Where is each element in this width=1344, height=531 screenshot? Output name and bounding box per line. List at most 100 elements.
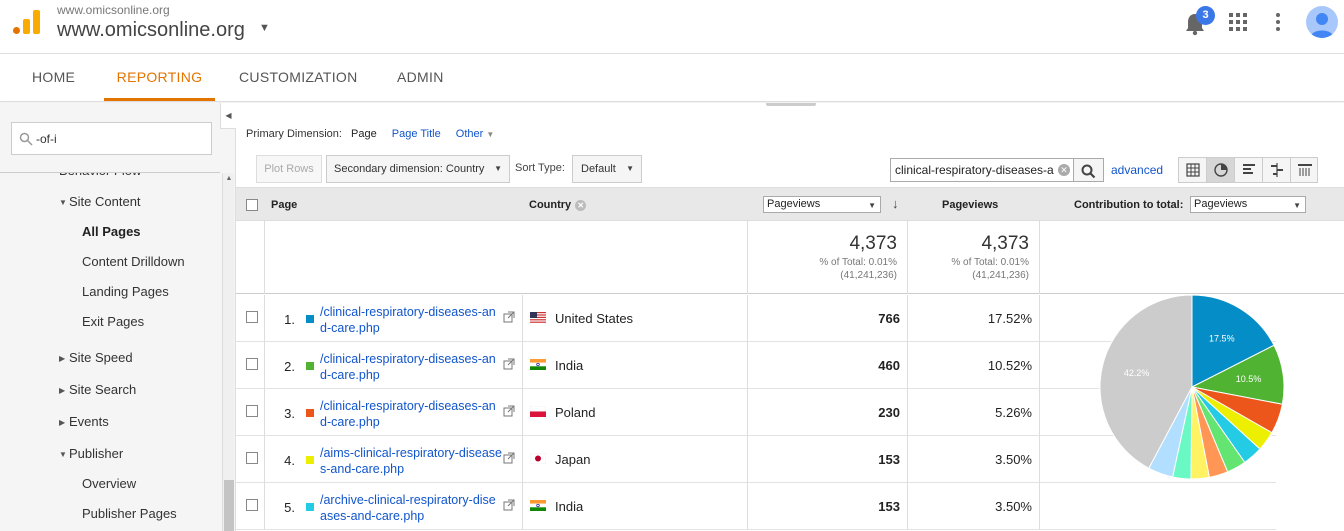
column-page[interactable]: Page — [271, 199, 297, 211]
row-checkbox[interactable] — [246, 405, 258, 417]
tab-reporting[interactable]: REPORTING — [104, 54, 215, 101]
sidebar-search-input[interactable] — [36, 129, 206, 149]
scroll-up-icon[interactable]: ▲ — [223, 175, 235, 182]
open-external-icon[interactable] — [503, 499, 515, 511]
property-dropdown-icon[interactable]: ▼ — [259, 22, 270, 34]
row-country[interactable]: United States — [555, 311, 633, 326]
country-flag-icon — [530, 453, 546, 464]
view-performance-button[interactable] — [1235, 158, 1263, 182]
row-index: 1. — [284, 312, 295, 327]
divider — [264, 342, 265, 389]
advanced-filter-link[interactable]: advanced — [1111, 163, 1163, 177]
sidebar-item-overview[interactable]: Overview — [82, 476, 136, 491]
row-checkbox[interactable] — [246, 452, 258, 464]
open-external-icon[interactable] — [503, 452, 515, 464]
more-vert-icon[interactable] — [1268, 12, 1288, 32]
sidebar-item-label: Content Drilldown — [82, 254, 185, 269]
row-page-link[interactable]: /clinical-respiratory-diseases-and-care.… — [320, 351, 502, 383]
apps-grid-icon[interactable] — [1228, 12, 1248, 32]
sidebar-item-exit-pages[interactable]: Exit Pages — [82, 314, 144, 329]
tab-admin[interactable]: ADMIN — [397, 54, 444, 101]
contribution-metric-select[interactable]: Pageviews ▼ — [1190, 196, 1306, 213]
row-checkbox[interactable] — [246, 499, 258, 511]
scrollbar-thumb[interactable] — [224, 480, 234, 531]
pivot-view-icon — [1298, 164, 1312, 176]
sidebar-scrollbar[interactable]: ▲ — [222, 173, 234, 531]
row-page-link[interactable]: /archive-clinical-respiratory-diseases-a… — [320, 492, 502, 524]
primary-dim-page[interactable]: Page — [351, 128, 377, 140]
sidebar-item-label: Publisher — [69, 446, 124, 461]
view-comparison-button[interactable] — [1263, 158, 1291, 182]
sidebar-item-behavior-flow[interactable]: Behavior Flow — [59, 173, 141, 178]
view-pivot-button[interactable] — [1291, 158, 1319, 182]
divider — [522, 389, 523, 436]
chevron-down-icon: ▼ — [626, 164, 634, 173]
row-country[interactable]: Poland — [555, 405, 595, 420]
remove-dimension-icon[interactable]: ✕ — [575, 199, 587, 211]
row-checkbox[interactable] — [246, 358, 258, 370]
table-filter-input[interactable] — [895, 162, 1055, 178]
sidebar-item-site-content[interactable]: ▼ Site Content — [59, 194, 141, 209]
row-country[interactable]: Japan — [555, 452, 590, 467]
primary-dimension-row: Primary Dimension: Page Page Title Other… — [246, 128, 494, 144]
sidebar-item-label: Landing Pages — [82, 284, 169, 299]
sidebar-item-label: Overview — [82, 476, 137, 491]
row-page-link[interactable]: /clinical-respiratory-diseases-and-care.… — [320, 304, 502, 336]
total-percent-contrib: % of Total: 0.01% — [951, 257, 1029, 268]
row-page-link[interactable]: /aims-clinical-respiratory-diseases-and-… — [320, 445, 502, 477]
notification-count-badge: 3 — [1196, 6, 1215, 25]
column-pageviews[interactable]: Pageviews — [942, 199, 998, 211]
divider — [907, 436, 908, 483]
primary-dim-page-title[interactable]: Page Title — [392, 128, 441, 140]
row-contribution: 10.52% — [987, 358, 1032, 373]
property-selector[interactable]: www.omicsonline.org — [57, 19, 245, 42]
sidebar-item-site-speed[interactable]: ▶ Site Speed — [59, 350, 133, 365]
column-country[interactable]: Country ✕ — [529, 199, 587, 211]
divider — [522, 295, 523, 342]
sidebar-item-content-drilldown[interactable]: Content Drilldown — [82, 254, 185, 269]
row-checkbox[interactable] — [246, 311, 258, 323]
row-contribution: 3.50% — [995, 499, 1032, 514]
plot-rows-button[interactable]: Plot Rows — [256, 155, 322, 183]
sidebar-item-label: Site Search — [69, 382, 137, 397]
divider — [264, 436, 265, 483]
divider — [907, 342, 908, 389]
sidebar-item-all-pages[interactable]: All Pages — [82, 224, 141, 239]
divider — [747, 389, 748, 436]
view-pie-button[interactable] — [1207, 158, 1235, 182]
row-index: 3. — [284, 406, 295, 421]
sort-type-select[interactable]: Default ▼ — [572, 155, 642, 183]
view-table-button[interactable] — [1179, 158, 1207, 182]
sidebar-item-landing-pages[interactable]: Landing Pages — [82, 284, 169, 299]
sidebar-item-publisher[interactable]: ▼ Publisher — [59, 446, 123, 461]
filter-search-button[interactable] — [1074, 158, 1104, 182]
row-country[interactable]: India — [555, 499, 583, 514]
secondary-dimension-select[interactable]: Secondary dimension: Country ▼ — [326, 155, 510, 183]
collapse-sidebar-icon[interactable]: ◀ — [220, 103, 236, 129]
row-country[interactable]: India — [555, 358, 583, 373]
comparison-view-icon — [1271, 163, 1283, 177]
divider — [264, 483, 265, 530]
clear-filter-icon[interactable]: ✕ — [1058, 164, 1070, 176]
sort-descending-icon[interactable]: ↓ — [892, 196, 899, 211]
resize-handle[interactable] — [766, 103, 816, 106]
select-all-checkbox[interactable] — [246, 199, 258, 211]
primary-dim-other-label: Other — [455, 128, 484, 140]
sidebar-item-site-search[interactable]: ▶ Site Search — [59, 382, 136, 397]
metric-select[interactable]: Pageviews ▼ — [763, 196, 881, 213]
sidebar-item-publisher-pages[interactable]: Publisher Pages — [82, 506, 177, 521]
bar-view-icon — [1243, 164, 1255, 174]
tab-customization[interactable]: CUSTOMIZATION — [239, 54, 358, 101]
divider — [264, 389, 265, 436]
open-external-icon[interactable] — [503, 358, 515, 370]
sidebar-item-events[interactable]: ▶ Events — [59, 414, 109, 429]
account-avatar[interactable] — [1306, 6, 1338, 38]
open-external-icon[interactable] — [503, 311, 515, 323]
open-external-icon[interactable] — [503, 405, 515, 417]
pie-chart-svg: 17.5% 10.5% 42.2% — [1099, 294, 1285, 480]
row-pageviews: 153 — [878, 452, 900, 467]
tab-home[interactable]: HOME — [32, 54, 75, 101]
primary-dim-other[interactable]: Other ▼ — [456, 128, 495, 140]
row-page-link[interactable]: /clinical-respiratory-diseases-and-care.… — [320, 398, 502, 430]
sidebar-search — [11, 122, 212, 155]
